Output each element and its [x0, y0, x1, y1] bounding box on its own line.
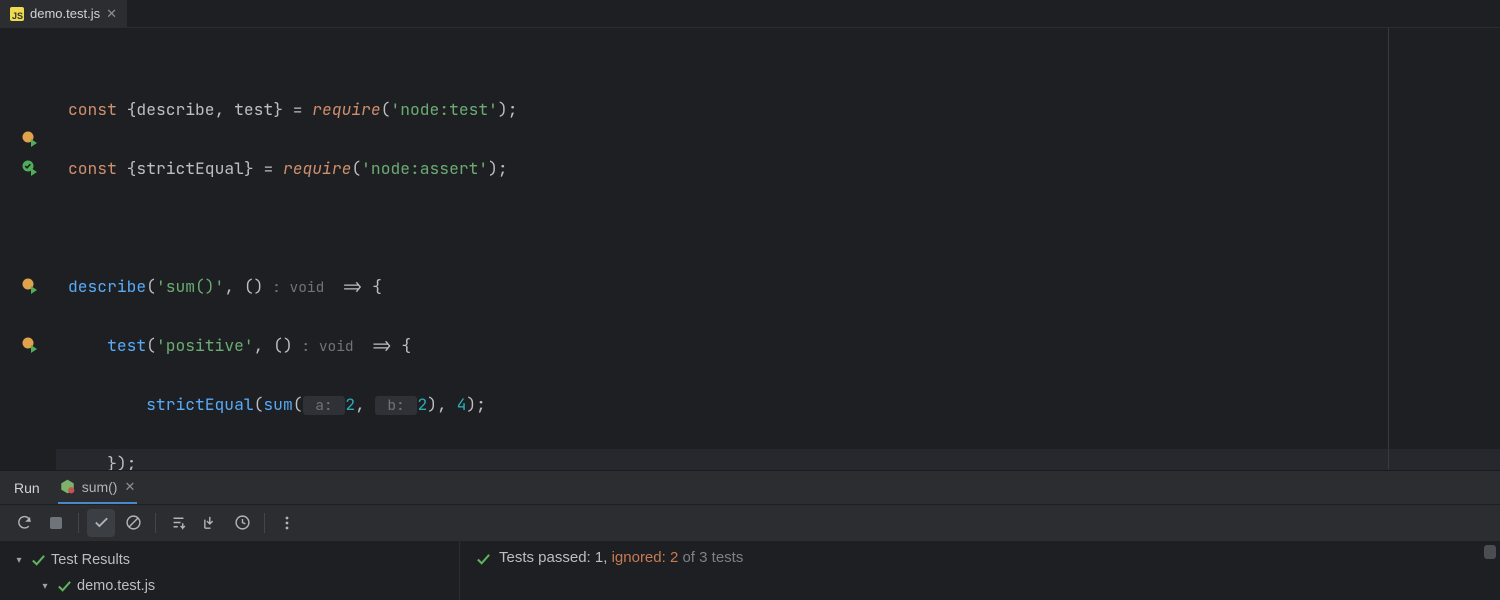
toolbar-separator: [155, 513, 156, 533]
pass-icon: [31, 553, 46, 568]
editor-tab-demo-test[interactable]: JS demo.test.js ✕: [0, 0, 127, 27]
test-history-button[interactable]: [228, 509, 256, 537]
right-margin-guide: [1388, 28, 1389, 470]
close-icon[interactable]: ✕: [124, 479, 135, 495]
pass-icon: [57, 579, 72, 594]
toolbar-separator: [264, 513, 265, 533]
test-results-pane: ▾ Test Results ▾ demo.test.js Tests pass…: [0, 540, 1500, 600]
editor-tab-label: demo.test.js: [30, 6, 100, 21]
js-file-icon: JS: [10, 7, 24, 21]
scrollbar-thumb[interactable]: [1484, 545, 1496, 559]
run-label[interactable]: Run: [14, 480, 40, 496]
show-ignored-button[interactable]: [119, 509, 147, 537]
summary-text: Tests passed: 1, ignored: 2 of 3 tests: [499, 549, 743, 566]
run-test-icon[interactable]: [22, 131, 38, 147]
import-tests-button[interactable]: [196, 509, 224, 537]
run-config-tab[interactable]: sum() ✕: [58, 471, 138, 504]
run-test-pass-icon[interactable]: [22, 160, 38, 176]
run-toolbar: [0, 504, 1500, 540]
show-passed-button[interactable]: [87, 509, 115, 537]
nodejs-icon: [60, 479, 75, 494]
more-button[interactable]: [273, 509, 301, 537]
run-panel-header: Run sum() ✕: [0, 470, 1500, 504]
tree-file-label: demo.test.js: [77, 578, 155, 594]
run-test-icon[interactable]: [22, 337, 38, 353]
close-icon[interactable]: ✕: [106, 6, 117, 22]
test-tree[interactable]: ▾ Test Results ▾ demo.test.js: [0, 541, 460, 600]
run-config-label: sum(): [82, 479, 118, 495]
code-area[interactable]: const {describe, test} = require('node:t…: [56, 28, 1500, 470]
tree-file-row[interactable]: ▾ demo.test.js: [0, 573, 459, 599]
toolbar-separator: [78, 513, 79, 533]
stop-button[interactable]: [42, 509, 70, 537]
test-summary: Tests passed: 1, ignored: 2 of 3 tests: [460, 541, 1500, 600]
editor-gutter: [0, 28, 56, 470]
tree-root-label: Test Results: [51, 552, 130, 568]
editor-tabbar: JS demo.test.js ✕: [0, 0, 1500, 28]
chevron-down-icon[interactable]: ▾: [12, 555, 26, 566]
sort-button[interactable]: [164, 509, 192, 537]
chevron-down-icon[interactable]: ▾: [38, 581, 52, 592]
rerun-button[interactable]: [10, 509, 38, 537]
run-test-icon[interactable]: [22, 278, 38, 294]
code-editor[interactable]: const {describe, test} = require('node:t…: [0, 28, 1500, 470]
pass-icon: [476, 552, 491, 567]
tree-root-row[interactable]: ▾ Test Results: [0, 547, 459, 573]
